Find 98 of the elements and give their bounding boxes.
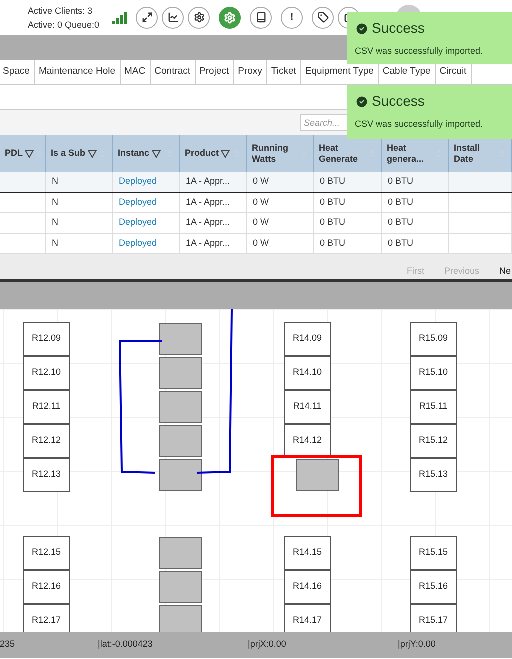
gear-icon	[194, 12, 204, 23]
rack-slot[interactable]: R12.09	[23, 322, 70, 356]
status-link[interactable]: Deployed	[119, 175, 158, 188]
table-row[interactable]: N Deployed 1A - Appr... 0 W 0 BTU 0 BTU	[0, 213, 512, 234]
tab[interactable]: Proxy	[234, 60, 268, 84]
table-cell-text: 0 BTU	[388, 216, 414, 229]
status-text: |prjX:0.00	[248, 638, 288, 652]
rack-slot[interactable]: R14.12	[284, 424, 331, 458]
toast-message: CSV was successfully imported.	[355, 45, 484, 58]
queue-text: Active: 0 Queue:0	[28, 18, 101, 32]
alert-button[interactable]: !	[281, 6, 303, 28]
toast-title: Success	[372, 92, 425, 111]
table-row[interactable]: N Deployed 1A - Appr... 0 W 0 BTU 0 BTU	[0, 172, 512, 192]
table-row[interactable]: N Deployed 1A - Appr... 0 W 0 BTU 0 BTU	[0, 234, 512, 254]
rack-slot[interactable]: R14.16	[284, 570, 331, 604]
rack-slot[interactable]: R15.16	[410, 570, 457, 604]
rack-slot[interactable]: R15.10	[410, 356, 457, 390]
filter-icon[interactable]	[152, 150, 161, 158]
book-icon	[256, 12, 266, 23]
table-cell-text: 0 BTU	[320, 175, 346, 188]
rack-device[interactable]	[159, 605, 202, 632]
rack-slot[interactable]: R15.12	[410, 424, 457, 458]
table-cell-text: 0 W	[253, 196, 270, 208]
tag-icon	[318, 12, 328, 23]
rack-device[interactable]	[159, 537, 202, 569]
rack-slot[interactable]: R12.10	[23, 356, 70, 390]
expand-button[interactable]	[136, 6, 158, 28]
filter-icon[interactable]	[88, 150, 97, 158]
status-link[interactable]: Deployed	[119, 236, 158, 250]
table-cell: 1A - Appr...	[186, 196, 230, 209]
table-cell-text: N	[52, 175, 58, 188]
status-link[interactable]: Deployed	[119, 196, 158, 209]
floor-map[interactable]: R12.09 R12.10 R12.11 R12.12 R12.13 R14.09 R14.10 R14.11 R14.12 R15.09 R15.10 R15.11 R15.12 R15.13 R12.15 R12.16 R12.17 R14.15 R14.16 R14.17 R15.15 R15.16 R15.17	[0, 309, 512, 632]
rack-slot[interactable]: R15.11	[410, 390, 457, 424]
rack-slot[interactable]: R14.11	[284, 390, 331, 424]
active-clients-text: Active Clients: 3	[28, 4, 94, 18]
book-button[interactable]	[250, 6, 272, 28]
rack-slot[interactable]: R14.10	[284, 356, 331, 390]
filter-icon[interactable]	[221, 150, 230, 158]
rack-slot[interactable]: R15.15	[410, 536, 457, 570]
table-cell-text: 1A - Appr...	[186, 175, 230, 188]
table-cell-text: 0 BTU	[388, 236, 414, 250]
table-cell-text: N	[52, 216, 58, 229]
rack-slot[interactable]: R15.17	[410, 604, 457, 632]
rack-slot[interactable]: R15.13	[410, 458, 457, 492]
rack-device[interactable]	[159, 357, 202, 389]
line-chart-button[interactable]	[162, 6, 184, 28]
tab[interactable]: Maintenance Hole	[34, 60, 121, 84]
rack-slot[interactable]: R15.09	[410, 322, 457, 356]
tab[interactable]: MAC	[120, 60, 151, 84]
settings-button[interactable]	[219, 6, 241, 28]
tab[interactable]: Space	[0, 60, 35, 84]
rack-slot[interactable]: R12.12	[23, 424, 70, 458]
rack-slot[interactable]: R14.09	[284, 322, 331, 356]
rack-slot[interactable]: R12.15	[23, 536, 70, 570]
table-cell-text: 0 W	[253, 216, 270, 229]
rack-device[interactable]	[159, 391, 202, 423]
table-cell-text: N	[52, 236, 58, 250]
rack-device[interactable]	[159, 459, 202, 491]
rack-device[interactable]	[159, 425, 202, 457]
table-cell-text: 0 BTU	[388, 196, 414, 208]
tag-button[interactable]	[312, 6, 334, 28]
rack-slot[interactable]: R14.17	[284, 604, 331, 632]
gear-button[interactable]	[188, 6, 210, 28]
tab[interactable]: Project	[196, 60, 234, 84]
table-cell-text: 1A - Appr...	[186, 216, 230, 229]
rack-slot[interactable]: R14.15	[284, 536, 331, 570]
tab[interactable]: Ticket	[267, 60, 302, 84]
rack-slot[interactable]: R12.16	[23, 570, 70, 604]
check-icon	[355, 22, 369, 36]
table-cell-text: 0 BTU	[320, 216, 346, 229]
rack-slot[interactable]: R12.13	[23, 458, 70, 492]
status-link[interactable]: Deployed	[119, 216, 158, 230]
toast-title: Success	[372, 19, 425, 38]
rack-device[interactable]	[296, 459, 339, 491]
status-text: |lat:-0.000423	[98, 638, 154, 652]
rack-device[interactable]	[159, 571, 202, 603]
status-text: |prjY:0.00	[398, 638, 436, 652]
line-chart-icon	[168, 12, 178, 23]
table-row[interactable]: N Deployed 1A - Appr... 0 W 0 BTU 0 BTU	[0, 192, 512, 213]
status-text: 235	[0, 638, 16, 652]
filter-icon[interactable]	[25, 150, 34, 158]
gear-icon	[224, 12, 236, 24]
check-icon	[355, 94, 369, 108]
table-cell-text: 0 BTU	[320, 236, 346, 250]
rack-slot[interactable]: R12.11	[23, 390, 70, 424]
table-cell-text: 0 BTU	[320, 196, 346, 208]
table-cell-text: 0 W	[253, 175, 270, 188]
table-cell-text: 0 W	[253, 236, 270, 250]
toast-message: CSV was successfully imported.	[355, 118, 484, 131]
table-cell-text: N	[52, 196, 58, 208]
tab[interactable]: Contract	[150, 60, 196, 84]
rack-slot[interactable]: R12.17	[23, 604, 70, 632]
expand-icon	[142, 12, 152, 23]
rack-device[interactable]	[159, 323, 202, 355]
table-cell-text: 0 BTU	[388, 175, 414, 188]
pagination-button[interactable]: Ne	[499, 264, 511, 278]
table-cell: 1A - Appr...	[186, 236, 230, 250]
